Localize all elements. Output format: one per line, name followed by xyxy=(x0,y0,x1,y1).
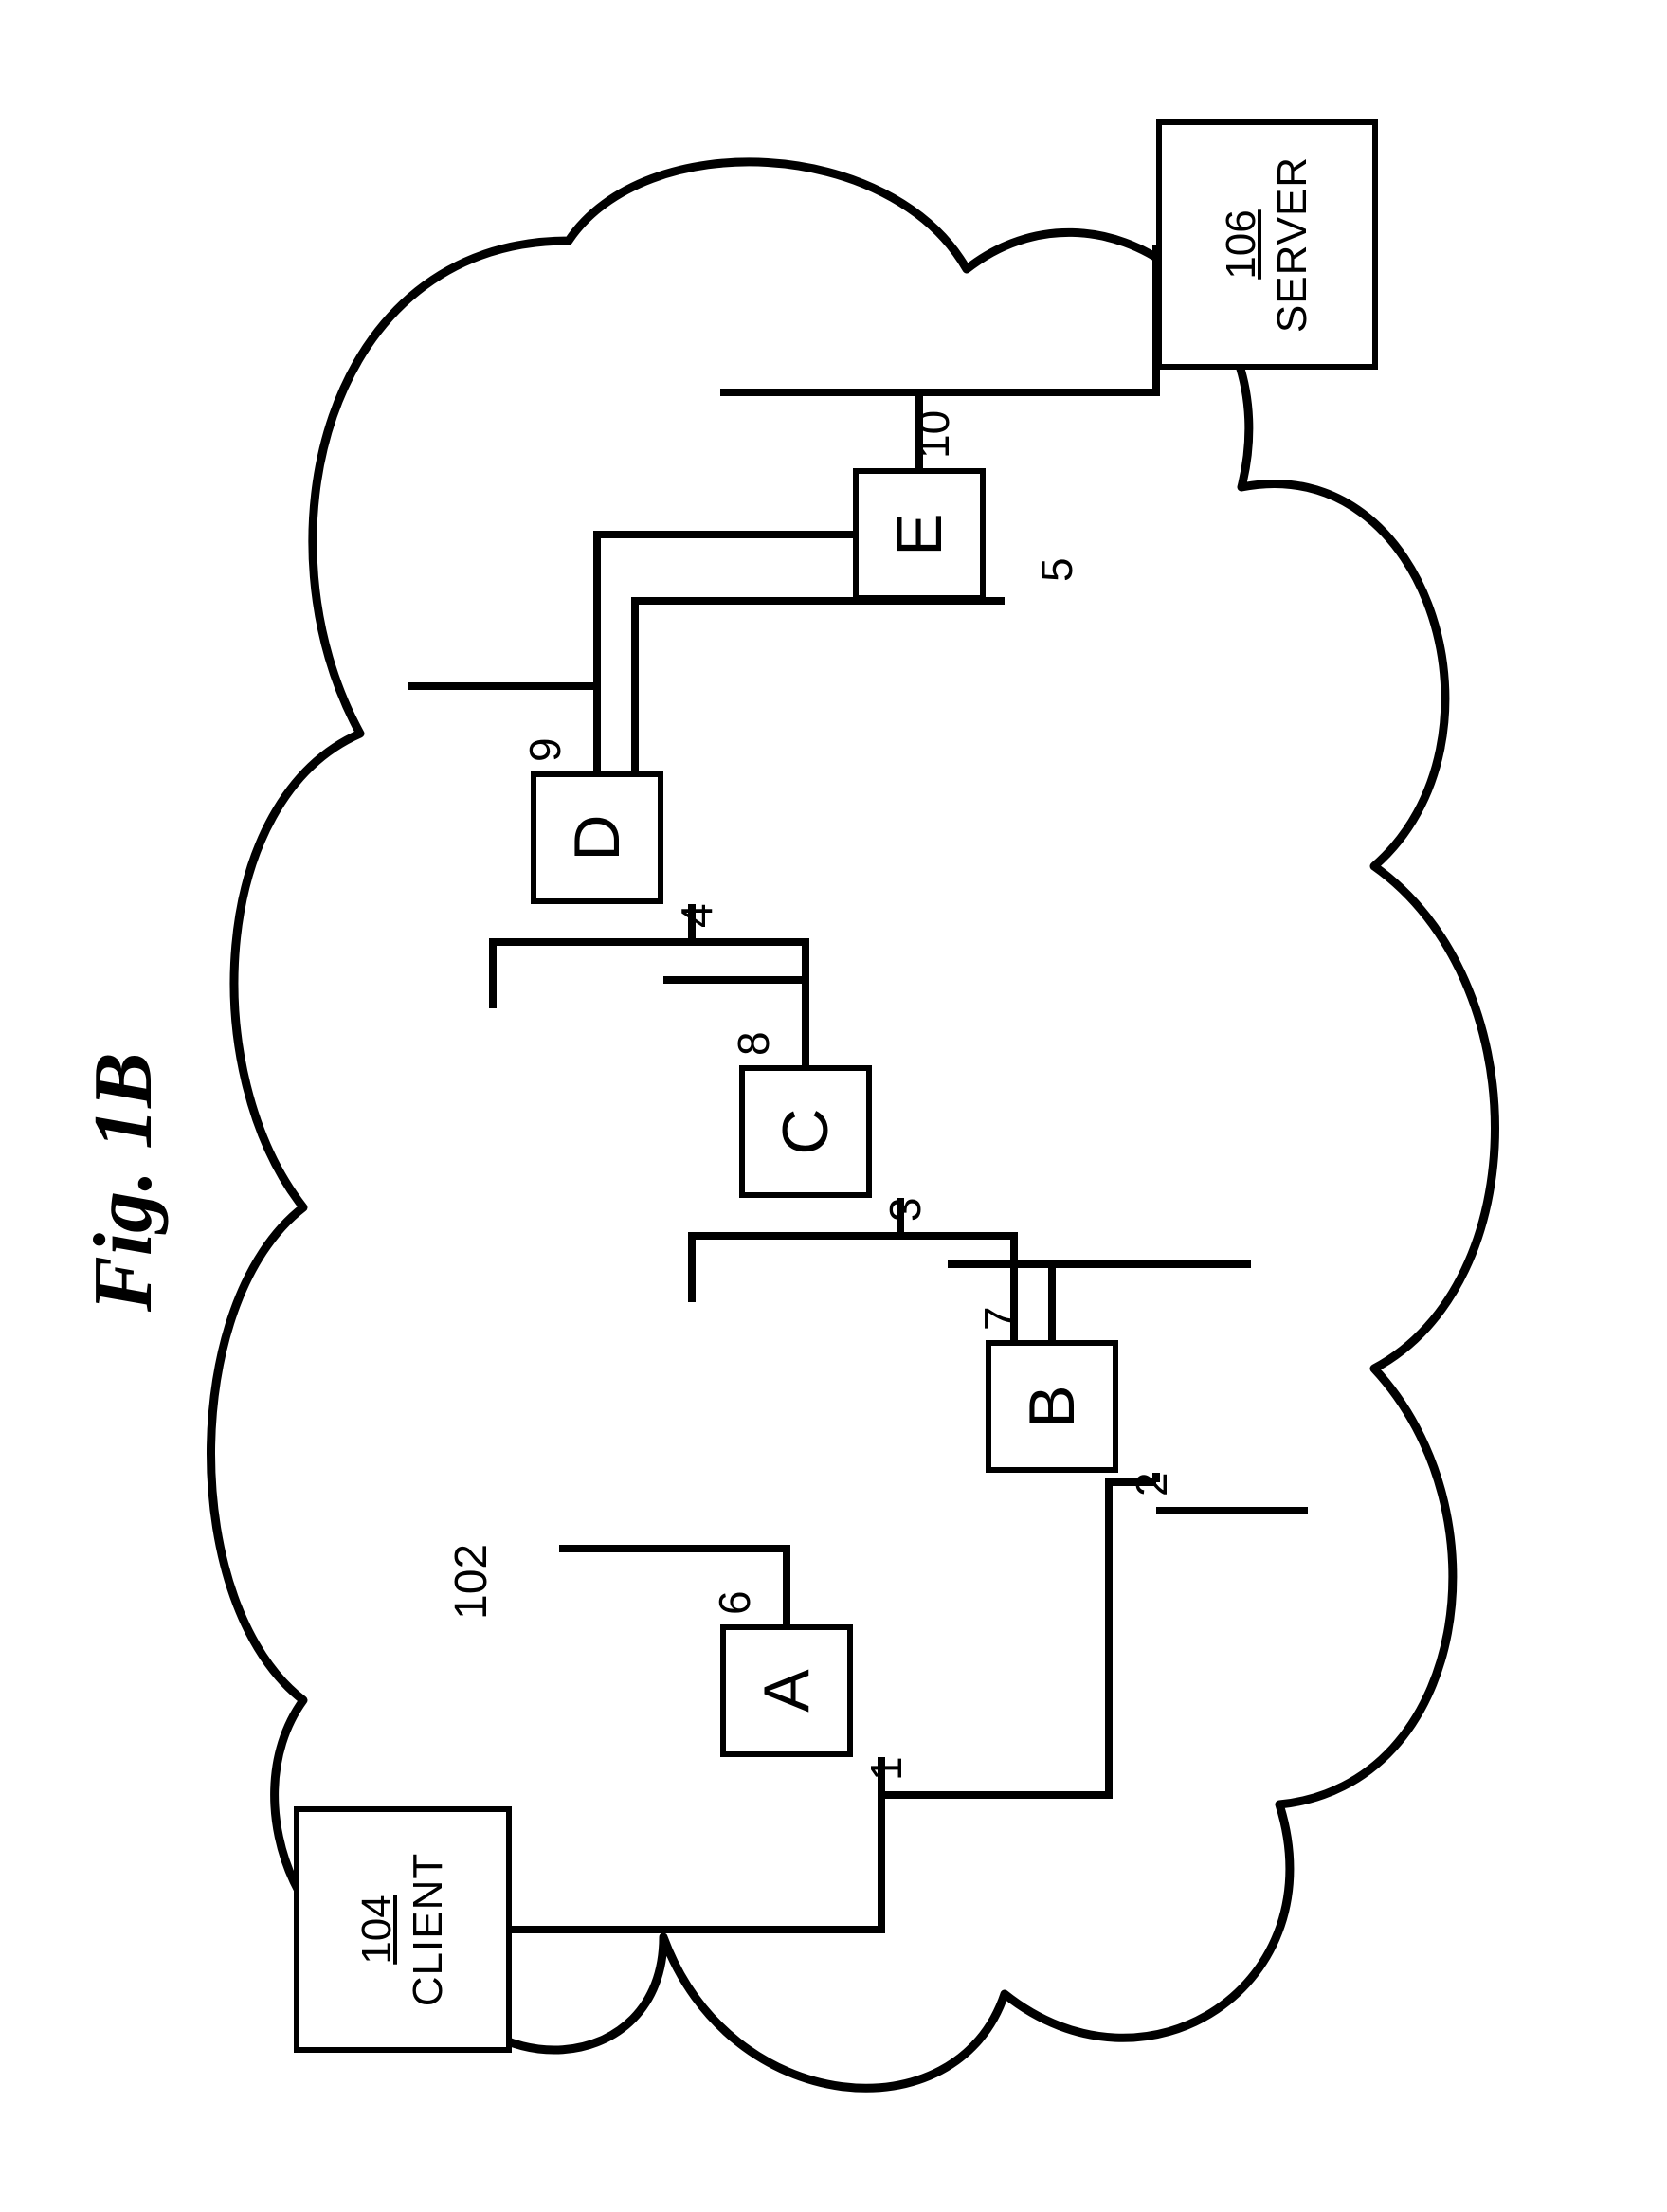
interface-6: 6 xyxy=(709,1590,760,1615)
router-A: A xyxy=(720,1624,853,1757)
interface-1: 1 xyxy=(861,1756,912,1781)
router-E: E xyxy=(853,468,986,601)
interface-4: 4 xyxy=(671,903,722,928)
interface-7: 7 xyxy=(974,1306,1025,1331)
router-D: D xyxy=(531,771,663,904)
interface-9: 9 xyxy=(519,737,571,762)
diagram-root: Fig. 1B 102 104 CLIENT 106 SERVER xyxy=(0,0,1667,2212)
interface-3: 3 xyxy=(879,1197,931,1222)
interface-10: 10 xyxy=(908,410,959,459)
interface-2: 2 xyxy=(1126,1472,1177,1496)
interface-8: 8 xyxy=(728,1031,779,1056)
router-B: B xyxy=(986,1340,1118,1473)
router-C: C xyxy=(739,1065,872,1198)
interface-5: 5 xyxy=(1031,557,1082,582)
